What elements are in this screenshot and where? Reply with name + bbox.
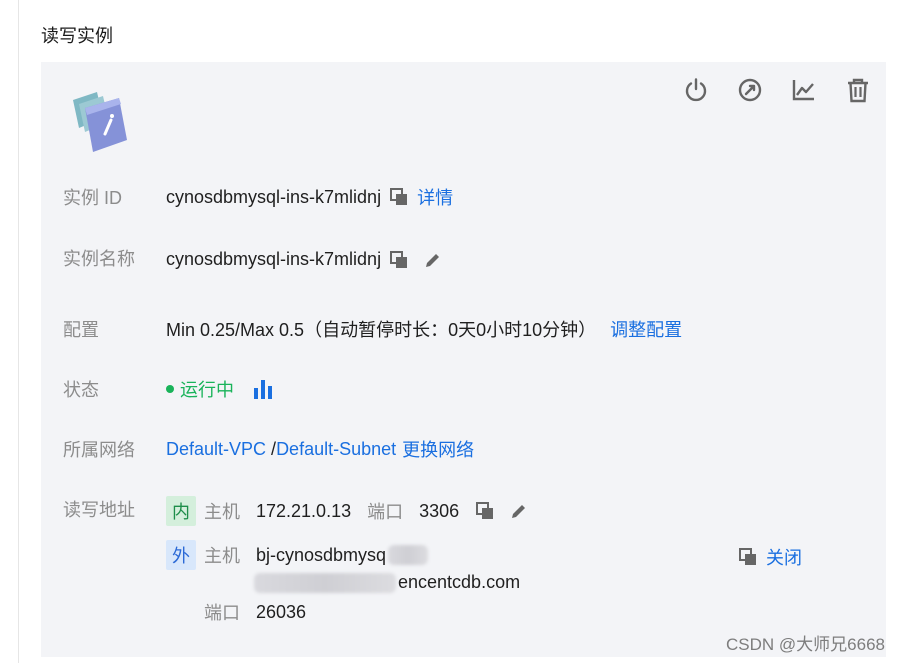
power-icon [685, 78, 707, 102]
external-address: 外 主机 bj-cynosdbmysq 关闭 [166, 540, 806, 570]
redacted-host-part [254, 572, 396, 593]
internal-port-value: 3306 [419, 500, 460, 521]
internal-host-value: 172.21.0.13 [256, 500, 352, 521]
trash-icon [848, 78, 868, 103]
external-port-value: 26036 [256, 601, 307, 622]
adjust-config-link[interactable]: 调整配置 [610, 316, 682, 342]
internal-port-label: 端口 [367, 502, 404, 522]
external-host-value-end: encentcdb.com [398, 572, 521, 592]
network-row: 所属网络 Default-VPC / Default-Subnet 更换网络 [63, 436, 474, 462]
status-row: 状态 运行中 [63, 376, 274, 402]
monitor-chart-icon [792, 80, 814, 101]
delete-button[interactable] [842, 74, 874, 106]
section-title: 读写实例 [41, 26, 113, 46]
subnet-link[interactable]: Default-Subnet [276, 439, 396, 460]
redacted-host-part [388, 545, 429, 565]
config-label: 配置 [63, 320, 99, 340]
edit-pencil-icon[interactable] [423, 250, 443, 270]
restart-icon [738, 78, 762, 102]
restart-button[interactable] [734, 74, 766, 106]
status-dot [166, 385, 174, 393]
close-external-link[interactable]: 关闭 [766, 544, 802, 570]
watermark: CSDN @大师兄6668 [726, 635, 885, 654]
network-label: 所属网络 [63, 440, 135, 460]
instance-id-value: cynosdbmysql-ins-k7mlidnj [166, 186, 382, 207]
network-separator: / [266, 438, 277, 459]
details-link[interactable]: 详情 [417, 184, 453, 210]
change-network-link[interactable]: 更换网络 [402, 436, 474, 462]
external-badge: 外 [166, 540, 196, 570]
copy-icon[interactable] [389, 187, 409, 207]
external-host-label: 主机 [204, 546, 240, 566]
instance-name-value: cynosdbmysql-ins-k7mlidnj [166, 249, 382, 269]
power-button[interactable] [680, 74, 712, 106]
internal-host-label: 主机 [204, 502, 240, 522]
left-divider [18, 0, 19, 663]
instance-id-row: 实例 ID cynosdbmysql-ins-k7mlidnj 详情 [63, 184, 453, 210]
config-row: 配置 Min 0.25/Max 0.5（自动暂停时长：0天0小时10分钟） 调整… [63, 316, 682, 342]
database-instance-icon [73, 92, 127, 152]
rw-address-row: 读写地址 内 主机 172.21.0.13 端口 3306 外 主机 bj-cy [63, 496, 806, 625]
external-port-label: 端口 [204, 603, 240, 623]
copy-icon[interactable] [475, 501, 495, 521]
edit-pencil-icon[interactable] [509, 501, 529, 521]
status-label: 状态 [63, 380, 99, 400]
status-value: 运行中 [180, 380, 234, 400]
vpc-link[interactable]: Default-VPC [166, 439, 266, 460]
instance-card: 实例 ID cynosdbmysql-ins-k7mlidnj 详情 实例名称 … [41, 62, 886, 657]
internal-badge: 内 [166, 496, 196, 526]
internal-address: 内 主机 172.21.0.13 端口 3306 [166, 496, 806, 526]
config-value: Min 0.25/Max 0.5（自动暂停时长：0天0小时10分钟） [166, 320, 597, 340]
rw-address-label: 读写地址 [63, 500, 135, 520]
copy-icon[interactable] [738, 547, 758, 567]
external-port-line: 端口 26036 [204, 599, 806, 625]
monitor-button[interactable] [788, 74, 820, 106]
external-host-continuation: encentcdb.com [254, 572, 806, 593]
instance-name-row: 实例名称 cynosdbmysql-ins-k7mlidnj [63, 245, 443, 271]
instance-name-label: 实例名称 [63, 249, 135, 269]
address-block: 内 主机 172.21.0.13 端口 3306 外 主机 bj-cynosdb… [166, 496, 806, 625]
instance-id-label: 实例 ID [63, 188, 123, 208]
close-external-group: 关闭 [738, 544, 802, 570]
instance-toolbar [680, 74, 874, 106]
bar-chart-icon[interactable] [252, 378, 274, 400]
external-host-value-start: bj-cynosdbmysq [256, 544, 387, 565]
copy-icon[interactable] [389, 250, 409, 270]
